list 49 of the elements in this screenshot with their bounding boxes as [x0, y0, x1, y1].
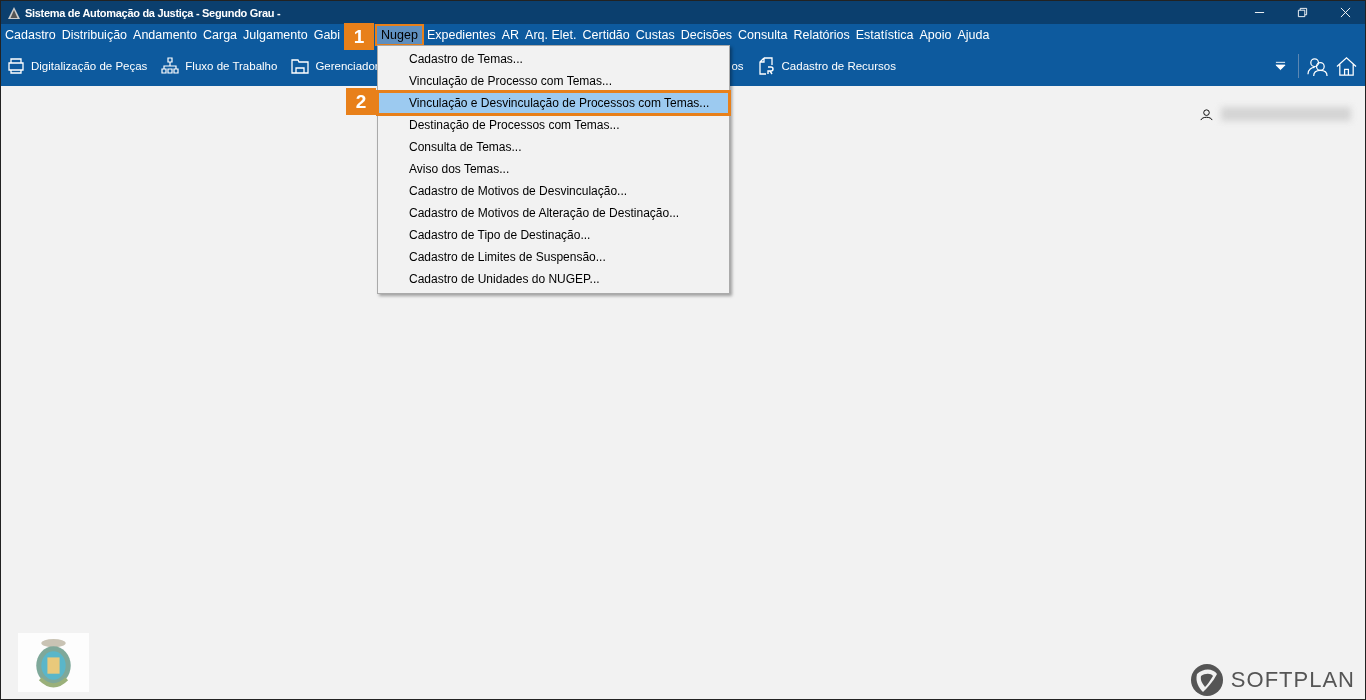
document-icon — [757, 57, 776, 75]
close-icon[interactable] — [1340, 7, 1351, 18]
scanner-icon — [7, 57, 25, 75]
menu-item[interactable]: Expedientes — [423, 26, 499, 44]
menu-option[interactable]: Cadastro de Motivos de Alteração de Destinação... — [378, 202, 729, 224]
menu-item[interactable]: Custas — [632, 26, 678, 44]
menu-item[interactable]: Julgamento — [240, 26, 311, 44]
menu-item[interactable]: Ajuda — [954, 26, 993, 44]
folder-icon — [291, 57, 310, 75]
users-icon[interactable] — [1307, 55, 1328, 77]
toolbar-button[interactable]: Cadastro de Recursos — [757, 57, 896, 75]
menu-item[interactable]: Cadastro — [2, 26, 59, 44]
menu-option[interactable]: Consulta de Temas... — [378, 136, 729, 158]
hierarchy-icon — [161, 57, 180, 75]
window-title: Sistema de Automação da Justiça - Segundo Grau - — [25, 6, 281, 19]
menu-item[interactable]: Certidão — [579, 26, 633, 44]
restore-icon[interactable] — [1297, 7, 1308, 18]
menu-option[interactable]: Destinação de Processos com Temas... — [378, 114, 729, 136]
menu-option[interactable]: Vinculação de Processo com Temas... — [378, 70, 729, 92]
menu-option[interactable]: Cadastro de Limites de Suspensão... — [378, 246, 729, 268]
menu-item[interactable]: AR — [498, 26, 523, 44]
menu-item[interactable]: Estatística — [852, 26, 917, 44]
menu-item[interactable]: Nugep — [377, 26, 422, 44]
toolbar-button[interactable]: Gerenciador — [291, 57, 380, 75]
menu-item[interactable]: Andamento — [130, 26, 200, 44]
dropdown-arrow-icon[interactable] — [1275, 61, 1286, 71]
user-icon — [1200, 107, 1213, 121]
menu-option[interactable]: Cadastro de Motivos de Desvinculação... — [378, 180, 729, 202]
menu-item[interactable]: Arq. Elet. — [522, 26, 580, 44]
brand-name: SOFTPLAN — [1230, 667, 1355, 693]
menu-option[interactable]: Cadastro de Unidades do NUGEP... — [378, 268, 729, 290]
menu-item[interactable]: Decisões — [677, 26, 736, 44]
toolbar-button[interactable]: Digitalização de Peças — [7, 57, 148, 75]
menu-item[interactable]: Relatórios — [790, 26, 853, 44]
home-icon[interactable] — [1336, 55, 1357, 77]
app-logo-icon — [7, 5, 21, 20]
menu-item[interactable]: Apoio — [916, 26, 955, 44]
menu-option[interactable]: Aviso dos Temas... — [378, 158, 729, 180]
step-number: 1 — [344, 23, 374, 50]
menu-option[interactable]: Cadastro de Temas... — [378, 48, 729, 70]
toolbar-button[interactable]: Fluxo de Trabalho — [161, 57, 278, 75]
menu-option[interactable]: Vinculação e Desvinculação de Processos com Temas... — [378, 92, 729, 114]
menu-option[interactable]: Cadastro de Tipo de Destinação... — [378, 224, 729, 246]
menu-item[interactable]: Distribuição — [58, 26, 131, 44]
menu-item[interactable]: Carga — [200, 26, 241, 44]
toolbar-button[interactable]: os — [731, 60, 744, 72]
step-number: 2 — [346, 88, 376, 115]
menu-item[interactable]: Gabi — [310, 26, 344, 44]
menu-item[interactable]: Consulta — [735, 26, 791, 44]
